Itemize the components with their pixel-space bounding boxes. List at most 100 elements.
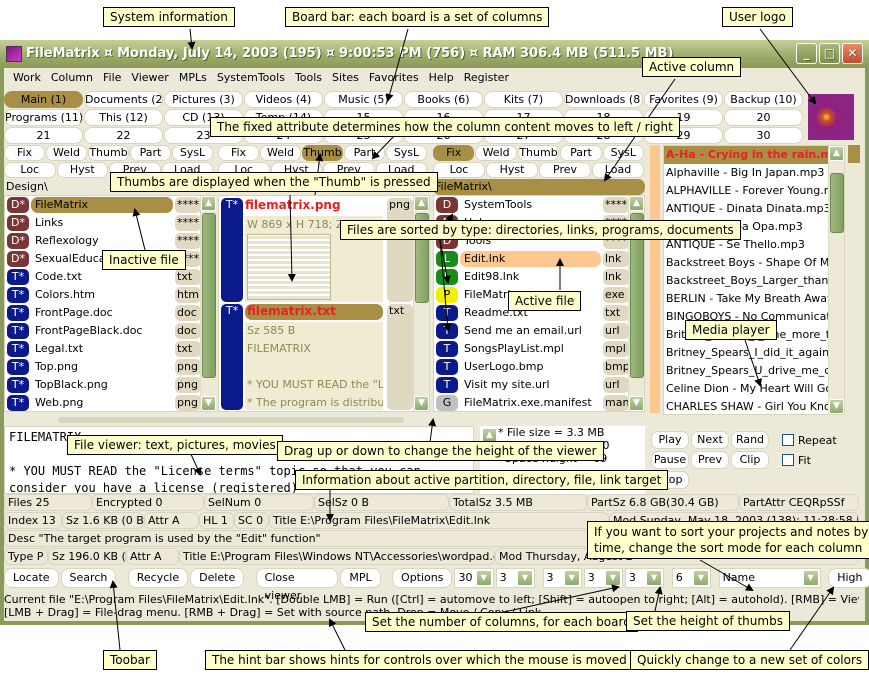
loc-button[interactable]: Loc xyxy=(4,162,56,178)
select-columns[interactable]: 3 ▼ xyxy=(624,568,665,588)
file-row[interactable]: L Edit.lnk lnk xyxy=(434,250,629,268)
menu-work[interactable]: Work xyxy=(8,68,46,88)
select-columns[interactable]: 3 ▼ xyxy=(542,568,582,588)
board-tab[interactable]: This (12) xyxy=(84,109,163,126)
file-row[interactable]: T* FrontPageBlack.doc doc xyxy=(5,322,201,340)
select-columns[interactable]: 3 ▼ xyxy=(495,568,535,588)
playlist-item[interactable]: CHARLES SHAW - Girl You Know It xyxy=(664,398,844,416)
playlist-item[interactable]: Celine Dion - My Heart Will Go On xyxy=(664,380,844,398)
file-row[interactable]: D SystemTools **** xyxy=(434,196,629,214)
viewer-resize-handle[interactable] xyxy=(58,417,404,423)
board-tab[interactable]: Books (6) xyxy=(404,91,483,108)
playlist-item[interactable]: Britney_Spears_I_did_it_again.mp3 xyxy=(664,344,844,362)
thumb-button[interactable]: Thumb xyxy=(517,145,560,161)
weld-button[interactable]: Weld xyxy=(46,145,87,161)
close-button[interactable]: ✕ xyxy=(842,43,863,64)
part-button[interactable]: Part xyxy=(560,145,602,161)
scroll-thumb[interactable] xyxy=(202,213,216,378)
thumb-filename[interactable]: filematrix.png xyxy=(245,198,383,212)
menu-register[interactable]: Register xyxy=(459,68,514,88)
weld-button[interactable]: Weld xyxy=(260,145,301,161)
next-button[interactable]: Next xyxy=(691,431,729,449)
menu-viewer[interactable]: Viewer xyxy=(126,68,173,88)
file-name[interactable]: FrontPage.doc xyxy=(31,305,173,321)
file-name[interactable]: Web.png xyxy=(31,395,173,411)
playlist-item[interactable]: Backstreet Boys - Shape Of My Heart xyxy=(664,254,844,272)
file-row[interactable]: T* Code.txt txt xyxy=(5,268,201,286)
thumb-button[interactable]: Thumb xyxy=(302,145,343,161)
file-row[interactable]: T SongsPlayList.mpl mpl xyxy=(434,340,629,358)
file-row[interactable]: T Visit my site.url url xyxy=(434,376,629,394)
playlist-item[interactable]: BERLIN - Take My Breath Away.mp3 xyxy=(664,290,844,308)
menu-sites[interactable]: Sites xyxy=(327,68,364,88)
file-row[interactable]: T* Colors.htm htm xyxy=(5,286,201,304)
search-button[interactable]: Search xyxy=(60,568,117,588)
file-name[interactable]: FileMatrix.exe.manifest xyxy=(460,395,601,411)
options-button[interactable]: Options xyxy=(392,568,453,588)
file-row[interactable]: GFileMatrix.exe.manifestmani xyxy=(434,394,629,412)
prev-button[interactable]: Prev xyxy=(539,162,591,178)
board-tab[interactable]: Downloads (8) xyxy=(564,91,643,108)
board-tab[interactable]: Backup (10) xyxy=(724,91,803,108)
file-row[interactable]: D* FileMatrix **** xyxy=(5,196,201,214)
file-name[interactable]: Top.png xyxy=(31,359,173,375)
file-row[interactable]: D* Reflexology **** xyxy=(5,232,201,250)
board-tab[interactable]: Documents (2) xyxy=(84,91,163,108)
select-thumb-height[interactable]: 6 ▼ xyxy=(671,568,711,588)
locate-button[interactable]: Locate xyxy=(4,568,59,588)
scrollbar-1[interactable]: ▲ ▼ xyxy=(200,196,216,411)
file-name[interactable]: FrontPageBlack.doc xyxy=(31,323,173,339)
pause-button[interactable]: Pause xyxy=(651,451,689,469)
file-name[interactable]: Reflexology xyxy=(31,233,173,249)
file-name[interactable]: Legal.txt xyxy=(31,341,173,357)
playlist-item[interactable]: ANTIQUE - Dinata Dinata.mp3 xyxy=(664,200,844,218)
file-name[interactable]: Edit98.lnk xyxy=(460,269,601,285)
load-button[interactable]: Load xyxy=(592,162,644,178)
close-viewer-button[interactable]: Close viewer xyxy=(255,568,339,602)
board-tab[interactable]: 21 xyxy=(4,127,83,144)
column-splitter[interactable] xyxy=(650,145,660,413)
fix-button[interactable]: Fix xyxy=(218,145,259,161)
part-button[interactable]: Part xyxy=(344,145,385,161)
board-tab[interactable]: 20 xyxy=(724,109,803,126)
playlist-item[interactable]: ALPHAVILLE - Forever Young.mp3 xyxy=(664,182,844,200)
part-button[interactable]: Part xyxy=(130,145,171,161)
repeat-checkbox[interactable]: Repeat xyxy=(782,430,837,450)
board-tab[interactable]: Videos (4) xyxy=(244,91,323,108)
file-name[interactable]: FileMatrix xyxy=(31,197,173,213)
file-name[interactable]: Links xyxy=(31,215,173,231)
select-columns[interactable]: 3 ▼ xyxy=(583,568,623,588)
select-sort-mode[interactable]: Name ▼ xyxy=(718,568,821,588)
scroll-up-icon[interactable]: ▲ xyxy=(629,196,644,211)
board-tab[interactable]: 30 xyxy=(724,127,803,144)
loc-button[interactable]: Loc xyxy=(433,162,485,178)
file-row[interactable]: T* Top.png png xyxy=(5,358,201,376)
file-row[interactable]: T Send me an email.url url xyxy=(434,322,629,340)
file-name[interactable]: Edit.lnk xyxy=(460,251,601,267)
rand-button[interactable]: Rand xyxy=(731,431,769,449)
thumb-button[interactable]: Thumb xyxy=(88,145,129,161)
mpl-button[interactable]: MPL xyxy=(340,568,381,588)
scroll-up-icon[interactable]: ▲ xyxy=(829,146,844,161)
menu-file[interactable]: File xyxy=(98,68,126,88)
scroll-down-icon[interactable]: ▼ xyxy=(829,399,844,414)
playlist-item[interactable]: Alphaville - Big In Japan.mp3 xyxy=(664,164,844,182)
file-row[interactable]: T* TopBlack.png png xyxy=(5,376,201,394)
file-row[interactable]: T* FrontPage.doc doc xyxy=(5,304,201,322)
file-name[interactable]: SongsPlayList.mpl xyxy=(460,341,601,357)
board-tab[interactable]: Pictures (3) xyxy=(164,91,243,108)
playlist-item[interactable]: Britney_Spears_U_drive_me_crazy xyxy=(664,362,844,380)
fix-button[interactable]: Fix xyxy=(4,145,45,161)
playlist-item[interactable]: Backstreet_Boys_Larger_than_life xyxy=(664,272,844,290)
scroll-down-icon[interactable]: ▼ xyxy=(414,396,429,411)
play-button[interactable]: Play xyxy=(651,431,689,449)
file-row[interactable]: L Edit98.lnk lnk xyxy=(434,268,629,286)
file-name[interactable]: TopBlack.png xyxy=(31,377,173,393)
file-name[interactable]: Colors.htm xyxy=(31,287,173,303)
menu-tools[interactable]: Tools xyxy=(290,68,327,88)
column-path[interactable]: FileMatrix\ xyxy=(433,179,645,195)
playlist-item[interactable]: A-Ha - Crying in the rain.mp3 xyxy=(664,146,844,164)
delete-button[interactable]: Delete xyxy=(190,568,245,588)
thumb-filename[interactable]: filematrix.txt xyxy=(245,304,383,320)
user-logo[interactable] xyxy=(808,94,854,140)
